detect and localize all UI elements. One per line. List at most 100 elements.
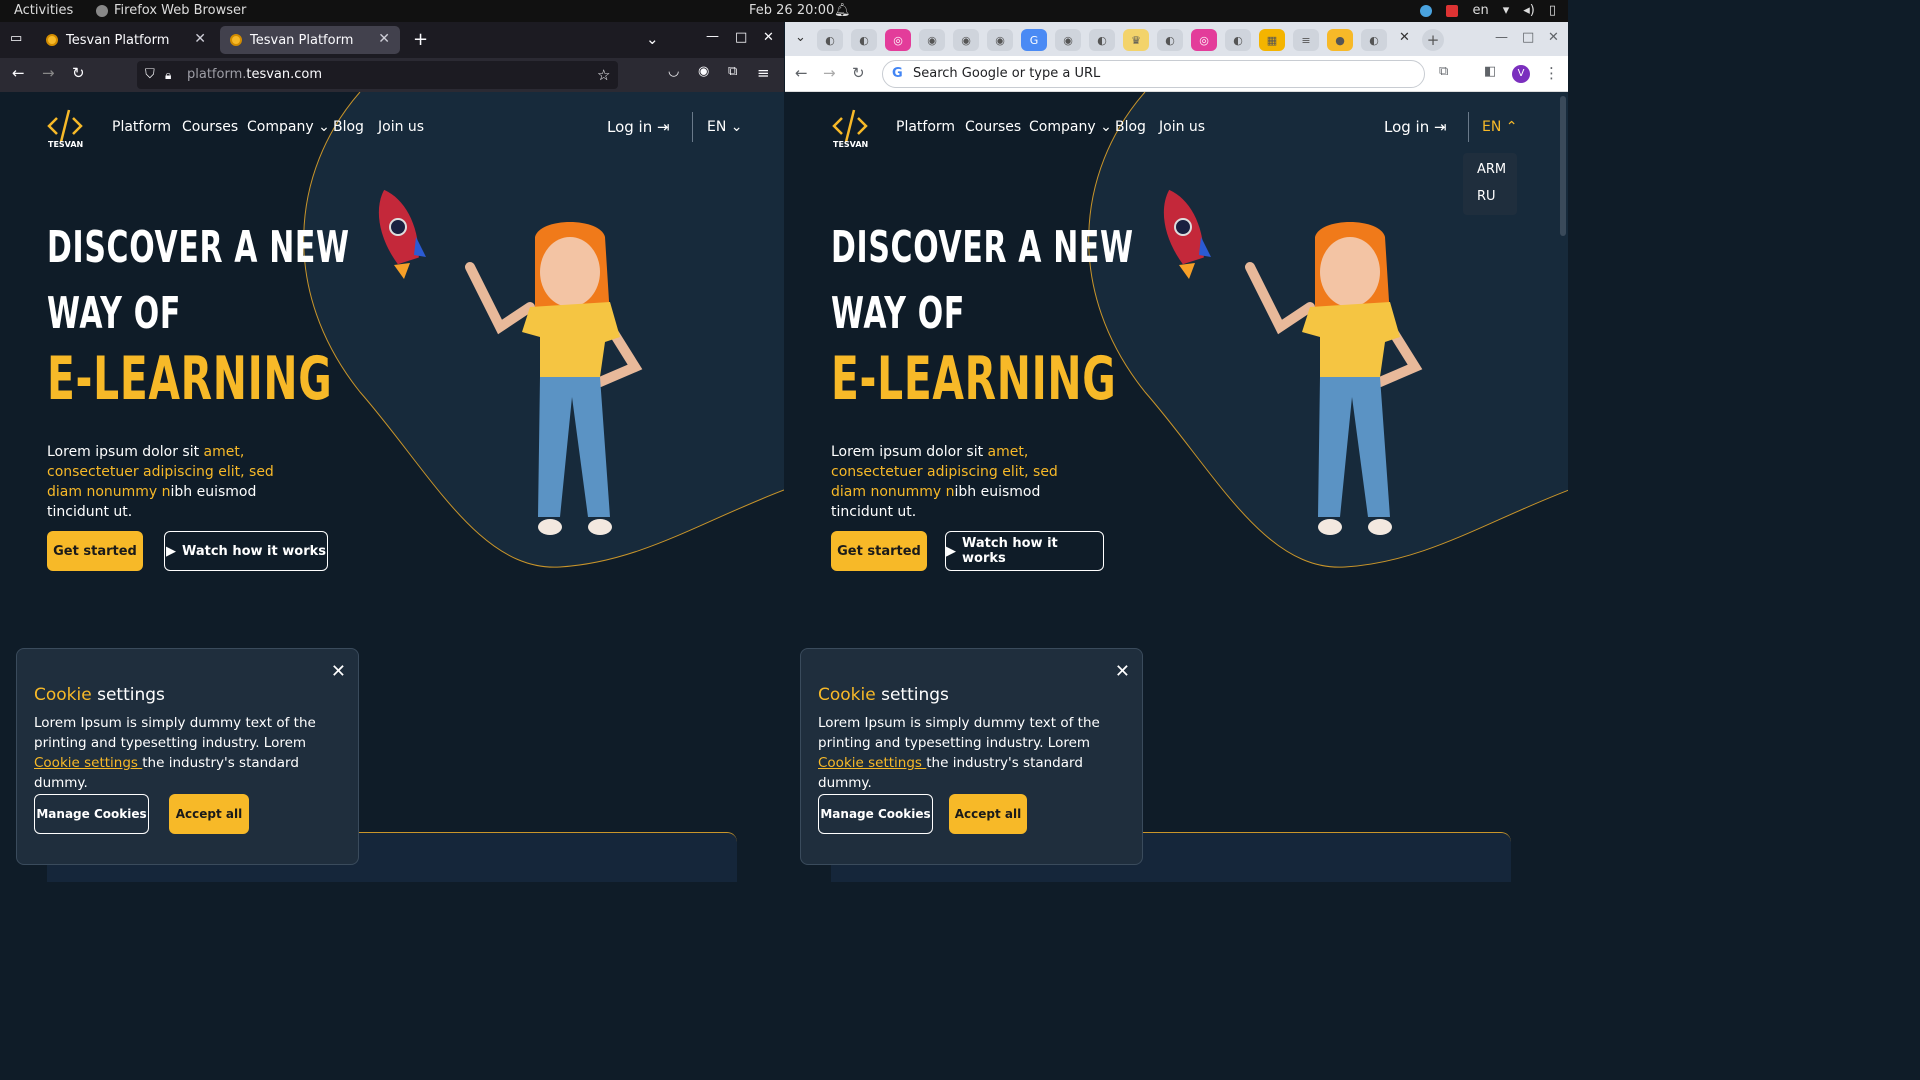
language-selector[interactable]: EN ⌃ <box>1482 119 1518 135</box>
activities-button[interactable]: Activities <box>14 3 73 18</box>
pinned-tab[interactable]: ◎ <box>1191 29 1217 51</box>
pinned-tab[interactable]: ◐ <box>1361 29 1387 51</box>
minimize-icon[interactable]: — <box>706 29 719 44</box>
tab-overview-icon[interactable]: ▭ <box>10 31 22 46</box>
pinned-tab[interactable]: ◉ <box>919 29 945 51</box>
girl-illustration <box>465 222 643 535</box>
nav-courses[interactable]: Courses <box>965 119 1021 135</box>
manage-cookies-button[interactable]: Manage Cookies <box>34 794 149 834</box>
page-scrollbar[interactable] <box>1560 96 1566 236</box>
maximize-icon[interactable]: □ <box>735 30 747 45</box>
pinned-tab[interactable]: ◎ <box>885 29 911 51</box>
pinned-tab[interactable]: ≡ <box>1293 29 1319 51</box>
nav-blog[interactable]: Blog <box>333 119 364 135</box>
forward-icon[interactable]: → <box>42 64 55 82</box>
back-icon[interactable]: ← <box>12 64 25 82</box>
minimize-icon[interactable]: — <box>1495 30 1508 45</box>
accept-all-button[interactable]: Accept all <box>949 794 1027 834</box>
close-window-icon[interactable]: ✕ <box>1548 30 1559 45</box>
tab-search-icon[interactable]: ⌄ <box>795 30 806 45</box>
tray-app-icon[interactable] <box>1420 4 1433 17</box>
tesvan-page: TESVAN Platform Courses Company ⌄ Blog J… <box>785 92 1568 882</box>
manage-cookies-button[interactable]: Manage Cookies <box>818 794 933 834</box>
pinned-tab[interactable]: ▦ <box>1259 29 1285 51</box>
nav-join-us[interactable]: Join us <box>378 119 424 135</box>
watch-how-it-works-button[interactable]: ▶ Watch how it works <box>164 531 328 571</box>
forward-icon[interactable]: → <box>823 64 836 82</box>
new-tab-icon[interactable]: + <box>1422 29 1444 51</box>
nav-company[interactable]: Company ⌄ <box>1029 119 1112 135</box>
side-panel-icon[interactable]: ◧ <box>1484 64 1496 79</box>
chrome-nav-bar: ← → ↻ G Search Google or type a URL ⧉ ◧ … <box>785 56 1568 92</box>
pinned-tab[interactable]: G <box>1021 29 1047 51</box>
nav-platform[interactable]: Platform <box>896 119 955 135</box>
pocket-icon[interactable]: ◡ <box>668 64 679 79</box>
shield-icon[interactable]: ⛉ <box>145 61 155 89</box>
nav-company[interactable]: Company ⌄ <box>247 119 330 135</box>
accept-all-button[interactable]: Accept all <box>169 794 249 834</box>
get-started-button[interactable]: Get started <box>47 531 143 571</box>
keyboard-layout[interactable]: en <box>1472 3 1488 18</box>
language-selector[interactable]: EN ⌄ <box>707 119 743 135</box>
close-tab-icon[interactable]: ✕ <box>194 31 206 47</box>
menu-icon[interactable]: ⋮ <box>1544 64 1559 82</box>
app-menu[interactable]: Firefox Web Browser <box>96 3 246 18</box>
menu-icon[interactable]: ≡ <box>757 64 770 82</box>
hero-title-line3: E-LEARNING <box>47 344 333 414</box>
cookie-title: Cookie settings <box>34 685 165 705</box>
pinned-tab[interactable]: ◉ <box>953 29 979 51</box>
language-option-ru[interactable]: RU <box>1477 189 1496 204</box>
pinned-tab[interactable]: ◉ <box>1055 29 1081 51</box>
nav-blog[interactable]: Blog <box>1115 119 1146 135</box>
cookie-body-text: Lorem Ipsum is simply dummy text of the … <box>34 715 316 751</box>
clock[interactable]: Feb 26 20:00 <box>749 3 834 18</box>
url-bar[interactable]: ⛉ 🔒︎ platform.tesvan.com ☆ <box>137 61 618 89</box>
pinned-tab[interactable]: ◐ <box>851 29 877 51</box>
close-window-icon[interactable]: ✕ <box>763 30 774 45</box>
pinned-tab[interactable]: ◐ <box>817 29 843 51</box>
bookmark-star-icon[interactable]: ☆ <box>597 61 610 89</box>
system-tray[interactable]: en ▾ ◂) ▯ <box>1420 3 1556 18</box>
maximize-icon[interactable]: □ <box>1522 30 1534 45</box>
back-icon[interactable]: ← <box>795 64 808 82</box>
nav-platform[interactable]: Platform <box>112 119 171 135</box>
tesvan-favicon-icon <box>46 34 58 46</box>
reload-icon[interactable]: ↻ <box>72 64 85 82</box>
tray-app-icon[interactable] <box>1446 4 1459 17</box>
hero-desc-part: Lorem ipsum dolor sit <box>47 444 204 460</box>
cookie-title-highlight: Cookie <box>34 685 92 705</box>
pinned-tab[interactable]: ♛ <box>1123 29 1149 51</box>
lock-icon[interactable]: 🔒︎ <box>165 61 171 89</box>
url-domain: tesvan.com <box>246 67 323 82</box>
nav-courses[interactable]: Courses <box>182 119 238 135</box>
pinned-tab[interactable]: ● <box>1327 29 1353 51</box>
pinned-tab[interactable]: ◐ <box>1089 29 1115 51</box>
reload-icon[interactable]: ↻ <box>852 64 865 82</box>
pinned-tab[interactable]: ◐ <box>1225 29 1251 51</box>
login-button[interactable]: Log in ⇥ <box>607 118 670 136</box>
nav-company-label: Company <box>1029 119 1096 135</box>
close-tab-icon[interactable]: ✕ <box>378 31 390 47</box>
close-icon[interactable]: ✕ <box>1115 661 1130 682</box>
list-tabs-icon[interactable]: ⌄ <box>646 30 659 48</box>
profile-avatar[interactable]: V <box>1512 65 1530 83</box>
get-started-button[interactable]: Get started <box>831 531 927 571</box>
omnibox[interactable]: G Search Google or type a URL <box>882 60 1425 88</box>
watch-how-it-works-button[interactable]: ▶ Watch how it works <box>945 531 1104 571</box>
nav-join-us[interactable]: Join us <box>1159 119 1205 135</box>
extensions-icon[interactable]: ⧉ <box>728 64 737 79</box>
chevron-up-icon: ⌃ <box>1505 119 1518 135</box>
cookie-settings-link[interactable]: Cookie settings <box>818 755 926 771</box>
close-icon[interactable]: ✕ <box>331 661 346 682</box>
extensions-icon[interactable]: ⧉ <box>1439 64 1448 79</box>
pinned-tab[interactable]: ◐ <box>1157 29 1183 51</box>
pinned-tab[interactable]: ◉ <box>987 29 1013 51</box>
tab-tesvan-1[interactable]: Tesvan Platform ✕ <box>36 26 216 54</box>
cookie-settings-link[interactable]: Cookie settings <box>34 755 142 771</box>
tab-tesvan-2[interactable]: Tesvan Platform ✕ <box>220 26 400 54</box>
new-tab-icon[interactable]: + <box>413 29 428 50</box>
login-button[interactable]: Log in ⇥ <box>1384 118 1447 136</box>
language-option-arm[interactable]: ARM <box>1477 162 1506 177</box>
account-icon[interactable]: ◉ <box>698 64 709 79</box>
close-tab-icon[interactable]: ✕ <box>1399 30 1410 45</box>
